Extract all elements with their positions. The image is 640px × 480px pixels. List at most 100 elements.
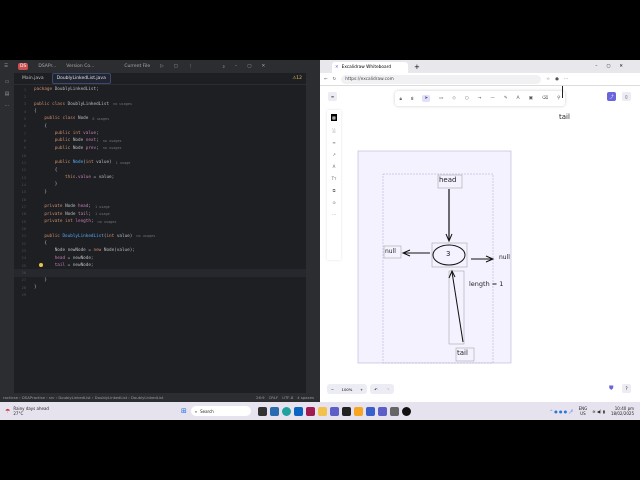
clock[interactable]: 10:40 pm 18/02/2025 (611, 406, 634, 416)
back-icon[interactable]: ← (324, 77, 328, 82)
tab-main-java[interactable]: Main.java (18, 74, 48, 83)
code-line[interactable]: 27 } (14, 277, 306, 284)
breadcrumb-item[interactable]: DSAPractise (22, 395, 45, 400)
tab-doublylinkedlist-java[interactable]: DoublyLinkedList.java (51, 73, 111, 84)
usage-hint[interactable]: 6 usages (92, 117, 109, 121)
project-selector[interactable]: DSAPr... (38, 64, 56, 69)
usage-hint[interactable]: 1 usage (95, 212, 110, 216)
length-label[interactable]: length = 1 (469, 280, 503, 288)
line-separator[interactable]: CRLF (269, 395, 279, 400)
code-line[interactable]: 2 (14, 93, 306, 100)
code-line[interactable]: 4{ (14, 108, 306, 115)
file-explorer-icon[interactable] (318, 406, 328, 416)
code-line[interactable]: 16 (14, 196, 306, 203)
more-icon[interactable]: ⋮ (188, 64, 193, 69)
code-line[interactable]: 19 private int length; no usages (14, 218, 306, 225)
usage-hint[interactable]: no usages (98, 220, 117, 224)
language-indicator[interactable]: ENG US (579, 406, 588, 416)
code-line[interactable]: 22 { (14, 240, 306, 247)
code-line[interactable]: 23 Node newNode = new Node(value); (14, 247, 306, 254)
code-line[interactable]: 29 (14, 291, 306, 298)
new-tab-icon[interactable]: + (414, 63, 420, 71)
main-menu-icon[interactable]: ☰ (4, 64, 8, 69)
refresh-icon[interactable]: ↻ (333, 77, 337, 82)
code-line[interactable]: 5 public class Node 6 usages (14, 115, 306, 122)
maximize-icon[interactable]: ▢ (247, 64, 251, 69)
task-view-icon[interactable] (258, 406, 268, 416)
usage-hint[interactable]: 1 usage (95, 205, 110, 209)
search-icon[interactable]: ⌕ (222, 64, 225, 70)
shield-icon[interactable]: ⛊ (609, 385, 614, 393)
powershell-icon[interactable] (366, 406, 376, 416)
start-icon[interactable]: ⊞ (181, 407, 187, 415)
code-line[interactable]: 24 head = newNode; (14, 255, 306, 262)
code-line[interactable]: 3 public class DoublyLinkedList no usages (14, 101, 306, 108)
usage-hint[interactable]: no usages (103, 146, 122, 150)
zoom-out-button[interactable]: − (331, 387, 334, 392)
url-input[interactable]: https://excalidraw.com (341, 74, 542, 84)
encoding[interactable]: UTF-8 (282, 395, 293, 400)
vcs-selector[interactable]: Version Co... (66, 64, 94, 69)
indent[interactable]: 4 spaces (297, 395, 314, 400)
null-left-label[interactable]: null (385, 248, 396, 255)
usage-hint[interactable]: no usages (113, 102, 132, 106)
code-line[interactable]: 13 this. value = value; (14, 174, 306, 181)
code-line[interactable]: 12 { (14, 167, 306, 174)
teams-2-icon[interactable] (378, 406, 388, 416)
debug-icon[interactable]: ▢ (174, 64, 178, 69)
app-2-icon[interactable] (390, 406, 400, 416)
taskbar-search[interactable]: ⌕ Search (190, 406, 251, 416)
favorite-icon[interactable]: ☆ (546, 77, 550, 82)
code-line[interactable]: 25 tail = newNode; (14, 262, 306, 269)
tail-label[interactable]: tail (457, 349, 468, 357)
code-editor[interactable]: 1 package DoublyLinkedList; 2 3 public class… (14, 86, 306, 299)
head-label[interactable]: head (439, 176, 456, 184)
outlook-icon[interactable] (294, 406, 304, 416)
breadcrumb-item[interactable]: DoublyLinkedList (95, 395, 127, 400)
code-line[interactable]: 21 public DoublyLinkedList(int value) no … (14, 233, 306, 240)
structure-icon[interactable]: ▤ (0, 88, 14, 100)
breadcrumb-item[interactable]: DoublyLinkedList (131, 395, 163, 400)
run-icon[interactable]: ▷ (160, 64, 163, 69)
code-line[interactable]: 17 private Node head; 1 usage (14, 203, 306, 210)
zoom-in-button[interactable]: + (360, 387, 363, 392)
more-tools-icon[interactable]: ⋯ (0, 100, 14, 112)
code-line[interactable]: 11 public Node(int value) 1 usage (14, 159, 306, 166)
zoom-level[interactable]: 100% (342, 387, 353, 392)
code-line[interactable]: 8 public Node next; no usages (14, 137, 306, 144)
code-line[interactable]: 10 (14, 152, 306, 159)
code-line[interactable]: 1 package DoublyLinkedList; (14, 86, 306, 93)
profile-icon[interactable]: ● (555, 77, 559, 82)
code-line[interactable]: 18 private Node tail; 1 usage (14, 211, 306, 218)
network-volume-battery-icons[interactable]: ≋ ◀) ▮ (592, 409, 605, 414)
minimize-icon[interactable]: – (235, 64, 237, 69)
project-icon[interactable]: ▭ (0, 76, 14, 88)
cursor-position[interactable]: 26:9 (256, 395, 265, 400)
null-right-label[interactable]: null (499, 254, 510, 261)
redo-icon[interactable]: ↷ (386, 387, 389, 392)
usage-hint[interactable]: no usages (136, 234, 155, 238)
excalidraw-canvas[interactable]: ≡ 🔒︎ ✋︎ ➤ ▭ ◇ ○ → — ✎ A ▣ ⌫ ⚲ ⤴ ▯ ▩ ░ ≡ … (320, 86, 640, 402)
code-line[interactable]: 9 public Node prev; no usages (14, 145, 306, 152)
code-line[interactable]: 6 { (14, 123, 306, 130)
undo-icon[interactable]: ↶ (374, 387, 377, 392)
breadcrumb-item[interactable]: racticse (3, 395, 18, 400)
code-line[interactable]: 15 } (14, 189, 306, 196)
lightbulb-icon[interactable] (39, 263, 43, 267)
settings-more-icon[interactable]: ⋯ (564, 77, 568, 82)
edge-icon[interactable] (282, 406, 292, 416)
tray-icons[interactable]: ^ ● ● ● 🎤︎ (550, 409, 574, 414)
intellij-icon[interactable] (342, 406, 352, 416)
window-controls[interactable]: –▢✕ (595, 64, 632, 69)
store-icon[interactable] (270, 406, 280, 416)
browser-tab[interactable]: ✕ Excalidraw Whiteboard (332, 62, 408, 73)
help-button[interactable]: ? (622, 384, 631, 393)
app-icon[interactable] (306, 406, 316, 416)
code-line[interactable]: 28} (14, 284, 306, 291)
breadcrumb-item[interactable]: DoublyLinkedList (58, 395, 90, 400)
usage-hint[interactable]: 1 usage (116, 161, 131, 165)
usage-hint[interactable]: no usages (103, 139, 122, 143)
close-icon[interactable]: ✕ (261, 64, 265, 69)
code-line[interactable]: 20 (14, 225, 306, 232)
code-line[interactable]: 26 (14, 269, 306, 277)
